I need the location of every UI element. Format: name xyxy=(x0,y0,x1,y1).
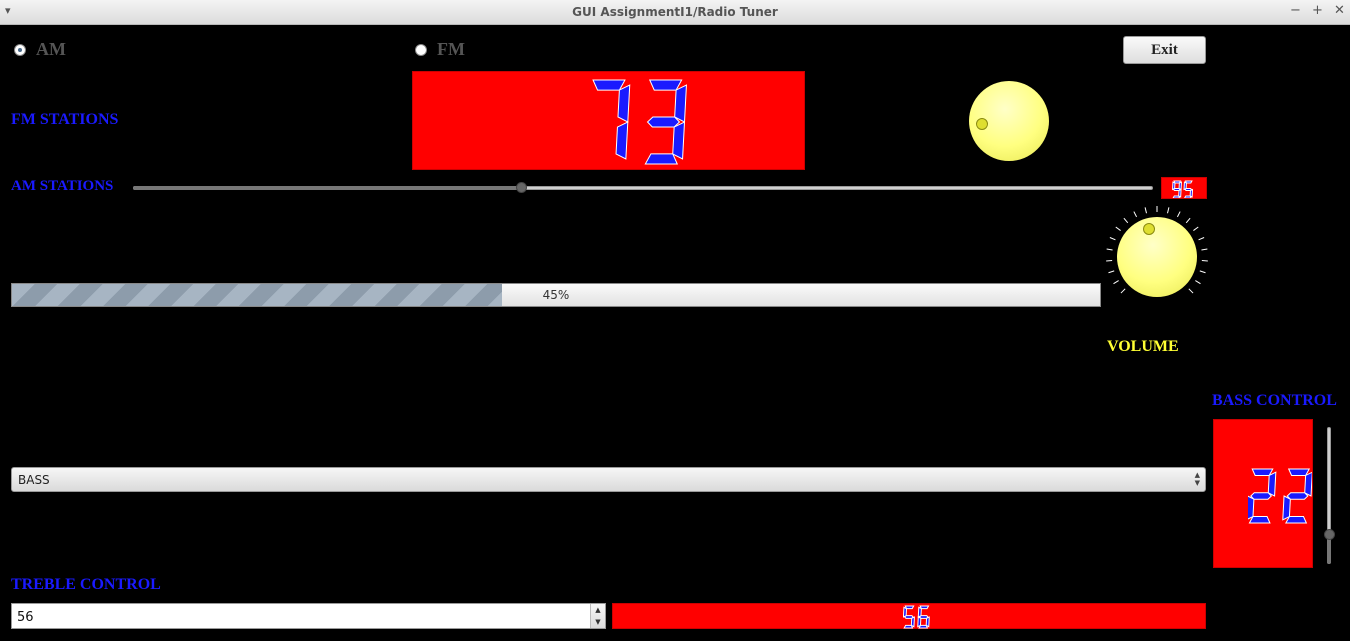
segment-c xyxy=(925,616,930,628)
minimize-icon[interactable]: − xyxy=(1290,3,1301,18)
volume-tick xyxy=(1188,288,1194,294)
am-stations-label: AM STATIONS xyxy=(11,178,114,194)
treble-display xyxy=(612,603,1206,629)
tuning-knob[interactable] xyxy=(969,81,1049,161)
bass-digits xyxy=(1248,468,1312,524)
bass-control-label: BASS CONTROL xyxy=(1212,392,1337,409)
exit-button[interactable]: Exit xyxy=(1123,36,1206,64)
segment-g xyxy=(1286,492,1309,500)
tone-select[interactable]: BASS ▲ ▼ xyxy=(11,467,1206,492)
am-value-display xyxy=(1161,177,1207,199)
digit-9 xyxy=(1172,180,1182,198)
progress-text: 45% xyxy=(542,288,570,302)
volume-tick xyxy=(1176,211,1181,218)
segment-d xyxy=(1183,195,1192,198)
volume-tick xyxy=(1120,288,1126,294)
segment-c xyxy=(615,121,629,160)
spinner-arrows-icon[interactable]: ▲ ▼ xyxy=(590,604,605,628)
volume-tick xyxy=(1109,237,1116,241)
volume-tick xyxy=(1167,207,1170,214)
fm-radio-indicator[interactable] xyxy=(415,43,427,56)
segment-a xyxy=(592,79,626,91)
digit-2 xyxy=(1282,468,1312,524)
bass-display xyxy=(1213,419,1313,568)
segment-c xyxy=(672,121,686,160)
volume-tick xyxy=(1201,248,1208,251)
segment-b xyxy=(1267,471,1277,497)
digit-7 xyxy=(592,79,631,160)
signal-progress-bar: 45% xyxy=(11,283,1101,307)
segment-a xyxy=(1287,468,1311,476)
digit-2 xyxy=(1248,468,1277,524)
window-title: GUI AssignmentI1/Radio Tuner xyxy=(572,5,778,19)
fm-frequency-digits xyxy=(592,79,687,165)
tone-select-value: BASS xyxy=(18,473,50,487)
volume-tick xyxy=(1115,226,1121,231)
segment-g xyxy=(1250,492,1273,500)
fm-stations-label: FM STATIONS xyxy=(11,111,119,128)
volume-tick xyxy=(1133,211,1138,218)
digit-5 xyxy=(903,605,915,629)
treble-spinner-value: 56 xyxy=(17,610,34,625)
digit-6 xyxy=(917,605,930,629)
am-radio-label: AM xyxy=(36,39,66,59)
segment-b xyxy=(1304,471,1312,497)
volume-tick xyxy=(1144,207,1147,214)
volume-tick xyxy=(1199,270,1206,274)
am-stations-slider-fill xyxy=(133,186,521,190)
treble-spinner[interactable]: 56 ▲ ▼ xyxy=(11,603,606,629)
am-value-digits xyxy=(1172,180,1194,198)
segment-g xyxy=(646,116,681,128)
volume-tick xyxy=(1198,237,1205,241)
tuning-knob-indicator xyxy=(976,118,988,130)
segment-d xyxy=(1285,516,1308,524)
bass-slider-thumb[interactable] xyxy=(1324,528,1335,540)
digit-3 xyxy=(644,79,687,165)
volume-tick xyxy=(1195,280,1201,285)
tone-select-arrows-icon: ▲ ▼ xyxy=(1194,471,1200,487)
segment-g xyxy=(1172,187,1181,192)
fm-radio-label: FM xyxy=(437,39,465,59)
segment-b xyxy=(617,84,631,123)
fm-frequency-display xyxy=(412,71,805,170)
volume-label: VOLUME xyxy=(1107,338,1179,355)
volume-knob-indicator xyxy=(1143,223,1155,235)
volume-tick xyxy=(1106,248,1113,251)
am-radio[interactable]: AM xyxy=(14,39,66,60)
fm-radio[interactable]: FM xyxy=(415,39,465,60)
volume-tick xyxy=(1108,270,1115,274)
window-titlebar: ▾ GUI AssignmentI1/Radio Tuner − + ✕ xyxy=(0,0,1350,25)
maximize-icon[interactable]: + xyxy=(1312,3,1323,18)
close-icon[interactable]: ✕ xyxy=(1334,3,1345,18)
treble-digits xyxy=(903,605,930,629)
segment-d xyxy=(1172,195,1181,198)
volume-knob[interactable] xyxy=(1117,217,1197,297)
segment-d xyxy=(903,624,914,629)
segment-d xyxy=(1248,516,1271,524)
digit-5 xyxy=(1183,180,1194,198)
segment-a xyxy=(1251,468,1274,476)
volume-tick xyxy=(1113,280,1119,285)
volume-tick xyxy=(1123,217,1129,224)
segment-a xyxy=(648,79,683,91)
segment-d xyxy=(644,153,679,165)
am-radio-indicator[interactable] xyxy=(14,43,26,56)
treble-control-label: TREBLE CONTROL xyxy=(11,576,161,593)
segment-b xyxy=(674,84,687,123)
volume-tick xyxy=(1193,226,1199,231)
am-stations-slider-thumb[interactable] xyxy=(515,182,527,193)
volume-tick xyxy=(1185,217,1191,224)
